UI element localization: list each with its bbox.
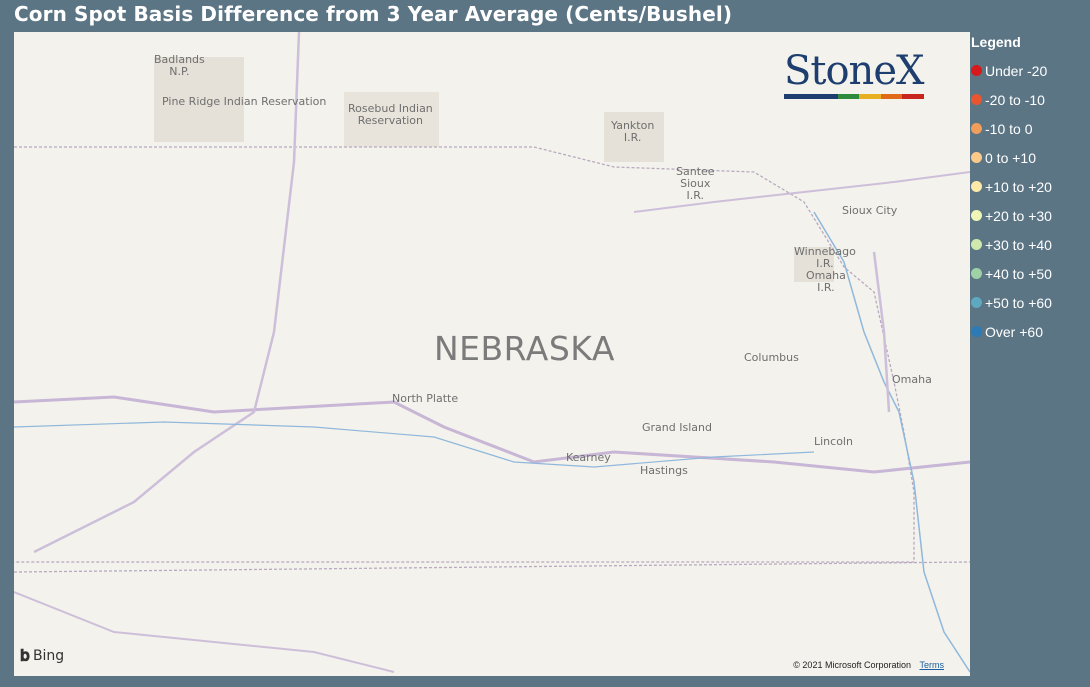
legend-swatch-icon <box>971 210 982 221</box>
legend-label: +10 to +20 <box>985 178 1052 195</box>
legend-label: Over +60 <box>985 323 1043 340</box>
place-santee: Santee Sioux I.R. <box>676 165 715 202</box>
place-omaha: Omaha <box>892 373 932 386</box>
legend-item[interactable]: +40 to +50 <box>971 259 1089 288</box>
stonex-logo-bar <box>784 94 924 99</box>
bing-label: Bing <box>32 648 65 664</box>
legend-swatch-icon <box>971 94 982 105</box>
legend-item[interactable]: +10 to +20 <box>971 172 1089 201</box>
legend-item[interactable]: Under -20 <box>971 56 1089 85</box>
legend: Legend Under -20 -20 to -10 -10 to 0 0 to +… <box>971 34 1089 346</box>
southern-border <box>14 561 970 573</box>
place-grand-island: Grand Island <box>642 421 712 434</box>
legend-swatch-icon <box>971 239 982 250</box>
place-kearney: Kearney <box>566 451 611 464</box>
legend-item[interactable]: -10 to 0 <box>971 114 1089 143</box>
place-yankton: Yankton I.R. <box>611 119 655 144</box>
place-columbus: Columbus <box>744 351 799 364</box>
legend-item[interactable]: Over +60 <box>971 317 1089 346</box>
legend-item[interactable]: -20 to -10 <box>971 85 1089 114</box>
legend-item[interactable]: 0 to +10 <box>971 143 1089 172</box>
legend-swatch-icon <box>971 297 982 308</box>
legend-swatch-icon <box>971 181 982 192</box>
place-badlands: Badlands N.P. <box>154 53 205 78</box>
legend-swatch-icon <box>971 152 982 163</box>
place-lincoln: Lincoln <box>814 435 853 448</box>
bing-icon: 𝐛 <box>20 646 30 665</box>
legend-label: +30 to +40 <box>985 236 1052 253</box>
legend-item[interactable]: +20 to +30 <box>971 201 1089 230</box>
legend-item[interactable]: +50 to +60 <box>971 288 1089 317</box>
terms-link[interactable]: Terms <box>920 660 945 670</box>
legend-items: Under -20 -20 to -10 -10 to 0 0 to +10 +10 t… <box>971 56 1089 346</box>
place-pine-ridge: Pine Ridge Indian Reservation <box>162 95 327 108</box>
map-attribution: © 2021 Microsoft Corporation Terms <box>793 660 944 670</box>
legend-swatch-icon <box>971 65 982 76</box>
logo-bar-seg-1 <box>784 94 838 99</box>
legend-label: -20 to -10 <box>985 91 1045 108</box>
legend-label: Under -20 <box>985 62 1048 79</box>
logo-bar-seg-5 <box>902 94 924 99</box>
place-north-platte: North Platte <box>392 392 459 405</box>
legend-label: 0 to +10 <box>985 149 1036 166</box>
legend-label: +50 to +60 <box>985 294 1052 311</box>
legend-swatch-icon <box>971 123 982 134</box>
place-winnebago: Winnebago I.R. <box>794 245 856 270</box>
i29 <box>872 251 891 413</box>
legend-label: -10 to 0 <box>985 120 1033 137</box>
logo-bar-seg-2 <box>837 94 860 99</box>
legend-swatch-icon <box>971 268 982 279</box>
legend-title: Legend <box>971 34 1021 50</box>
highway-south <box>14 591 395 673</box>
bing-logo[interactable]: 𝐛 Bing <box>20 646 64 666</box>
place-rosebud: Rosebud Indian Reservation <box>348 102 433 127</box>
place-omaha-ir: Omaha I.R. <box>806 269 846 294</box>
map-view[interactable]: Badlands N.P. Pine Ridge Indian Reservati… <box>14 32 970 676</box>
chart-title: Corn Spot Basis Difference from 3 Year A… <box>14 2 733 26</box>
legend-label: +20 to +30 <box>985 207 1052 224</box>
place-hastings: Hastings <box>640 464 688 477</box>
copyright-text: © 2021 Microsoft Corporation <box>793 660 911 670</box>
stonex-logo: StoneX <box>784 48 924 94</box>
logo-bar-seg-4 <box>880 94 903 99</box>
legend-label: +40 to +50 <box>985 265 1052 282</box>
legend-item[interactable]: +30 to +40 <box>971 230 1089 259</box>
logo-bar-seg-3 <box>859 94 881 99</box>
state-label: NEBRASKA <box>434 329 615 368</box>
place-sioux-city: Sioux City <box>842 204 898 217</box>
legend-swatch-icon <box>971 326 982 337</box>
